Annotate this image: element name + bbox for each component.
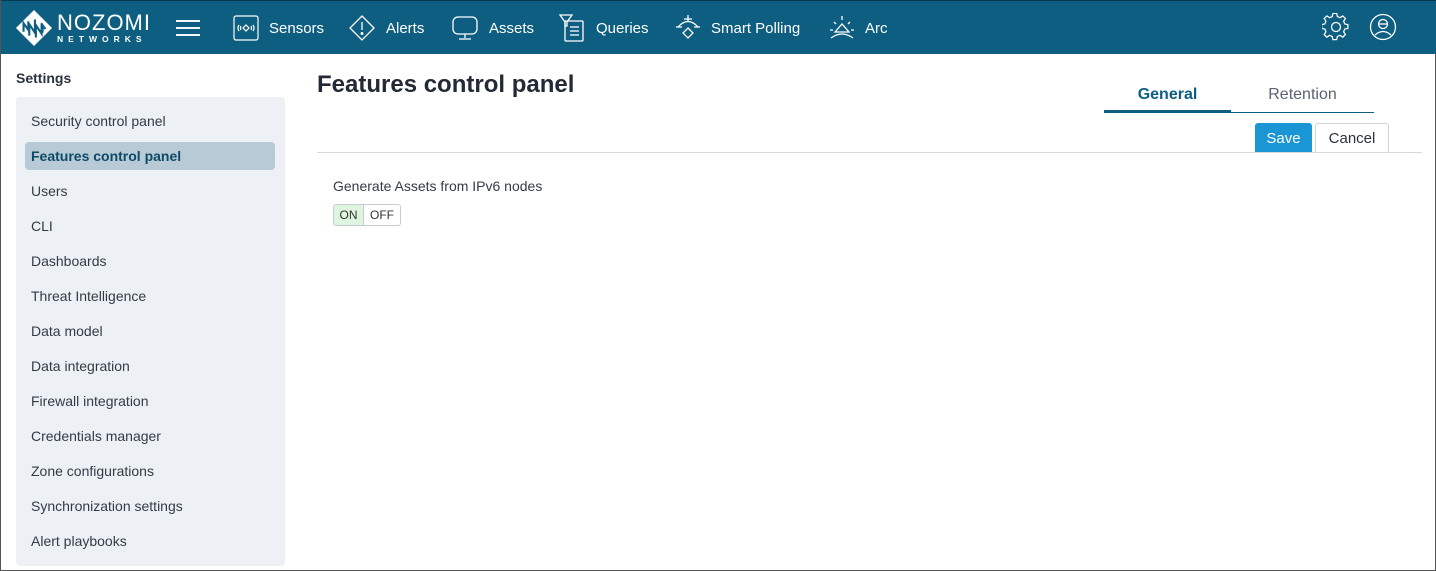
- header-divider: [317, 152, 1422, 153]
- nav-sensors[interactable]: Sensors: [233, 11, 324, 45]
- toggle-off-option[interactable]: OFF: [364, 205, 400, 225]
- user-avatar-icon: [1369, 13, 1397, 41]
- nav-alerts[interactable]: Alerts: [348, 11, 424, 45]
- sidebar-item-synchronization-settings[interactable]: Synchronization settings: [25, 492, 275, 520]
- sidebar-item-firewall-integration[interactable]: Firewall integration: [25, 387, 275, 415]
- toggle-on-option[interactable]: ON: [334, 205, 364, 225]
- sidebar-item-features-control-panel[interactable]: Features control panel: [25, 142, 275, 170]
- monitor-icon: [452, 16, 478, 40]
- menu-toggle-button[interactable]: [176, 17, 200, 37]
- user-profile-button[interactable]: [1369, 13, 1397, 46]
- save-button[interactable]: Save: [1255, 123, 1312, 153]
- nav-queries[interactable]: Queries: [558, 11, 649, 45]
- nozomi-logo[interactable]: NOZOMI NETWORKS: [15, 9, 151, 47]
- nav-alerts-label: Alerts: [386, 19, 425, 37]
- sidebar-item-users[interactable]: Users: [25, 177, 275, 205]
- top-navbar: NOZOMI NETWORKS Sensors Alerts Assets Qu…: [1, 0, 1436, 54]
- alert-diamond-icon: [349, 15, 375, 41]
- sidebar-item-threat-intelligence[interactable]: Threat Intelligence: [25, 282, 275, 310]
- sensors-icon: [233, 15, 259, 41]
- sidebar-item-data-model[interactable]: Data model: [25, 317, 275, 345]
- smart-polling-icon: [676, 15, 700, 39]
- sidebar-item-credentials-manager[interactable]: Credentials manager: [25, 422, 275, 450]
- sidebar-item-security-control-panel[interactable]: Security control panel: [25, 107, 275, 135]
- gear-icon: [1321, 12, 1349, 41]
- sidebar-item-alert-playbooks[interactable]: Alert playbooks: [25, 527, 275, 555]
- app-window: NOZOMI NETWORKS Sensors Alerts Assets Qu…: [0, 0, 1436, 571]
- sidebar-item-dashboards[interactable]: Dashboards: [25, 247, 275, 275]
- nav-assets[interactable]: Assets: [451, 11, 534, 45]
- tab-bar: General Retention: [1104, 84, 1374, 113]
- hamburger-line: [176, 34, 200, 36]
- query-filter-icon: [558, 14, 584, 42]
- hamburger-line: [176, 27, 200, 29]
- brand-name: NOZOMI: [57, 10, 151, 36]
- nav-smart-polling[interactable]: Smart Polling: [675, 11, 800, 45]
- tab-general[interactable]: General: [1104, 84, 1231, 113]
- settings-gear-button[interactable]: [1321, 12, 1350, 46]
- nav-smart-polling-label: Smart Polling: [711, 19, 801, 37]
- nav-arc[interactable]: Arc: [829, 11, 888, 45]
- nav-arc-label: Arc: [865, 19, 888, 37]
- nav-queries-label: Queries: [596, 19, 649, 37]
- tab-retention[interactable]: Retention: [1231, 84, 1374, 112]
- nav-sensors-label: Sensors: [269, 19, 325, 37]
- arc-icon: [830, 16, 854, 39]
- sidebar-item-data-integration[interactable]: Data integration: [25, 352, 275, 380]
- sidebar-title: Settings: [16, 70, 72, 86]
- page-title: Features control panel: [317, 71, 575, 98]
- sidebar-item-cli[interactable]: CLI: [25, 212, 275, 240]
- nozomi-logo-icon: [15, 9, 53, 47]
- settings-sidebar: Security control panel Features control p…: [16, 97, 285, 566]
- nav-assets-label: Assets: [489, 19, 535, 37]
- sidebar-item-zone-configurations[interactable]: Zone configurations: [25, 457, 275, 485]
- brand-subname: NETWORKS: [57, 34, 147, 45]
- cancel-button[interactable]: Cancel: [1315, 123, 1389, 153]
- ipv6-assets-toggle[interactable]: ON OFF: [333, 204, 401, 226]
- ipv6-assets-label: Generate Assets from IPv6 nodes: [333, 178, 543, 194]
- hamburger-line: [176, 20, 200, 22]
